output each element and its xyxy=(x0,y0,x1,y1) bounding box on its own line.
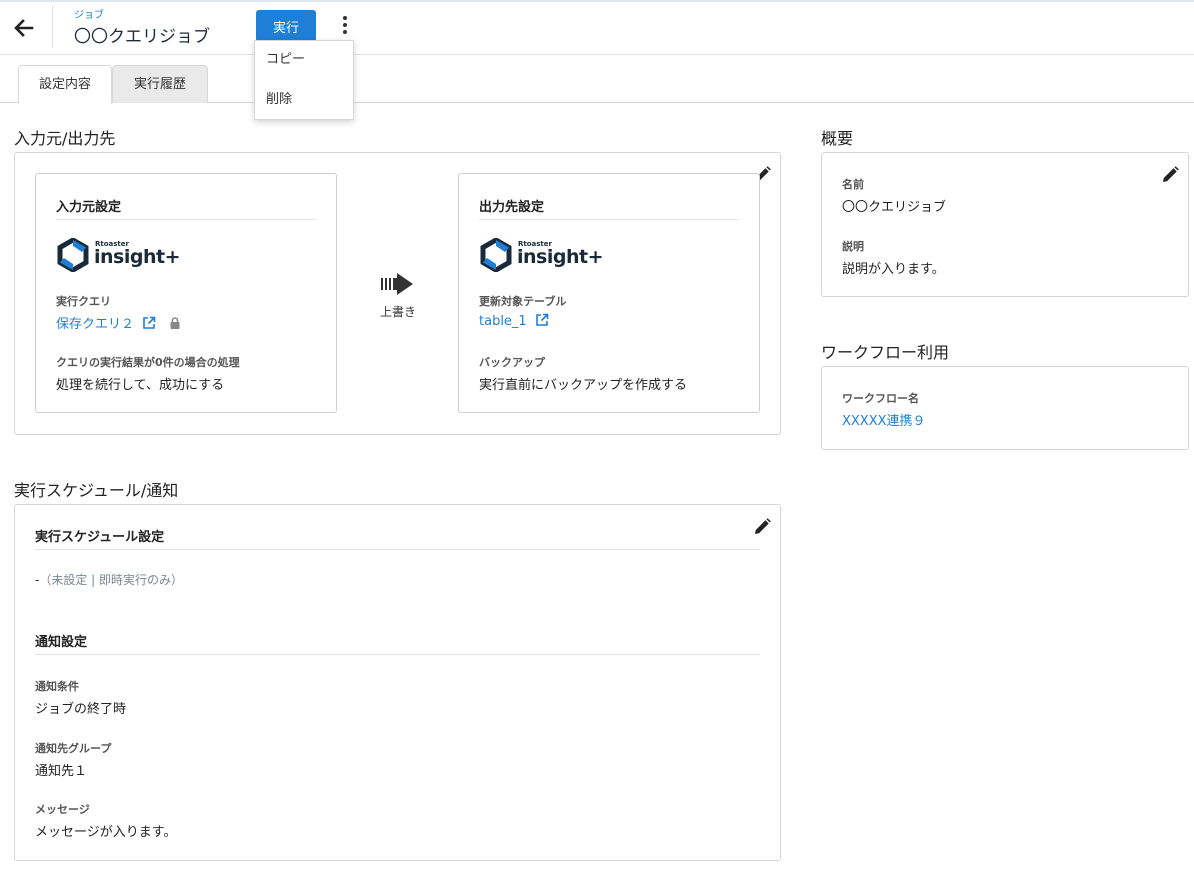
query-link[interactable]: 保存クエリ２ xyxy=(56,313,182,332)
zero-result-label: クエリの実行結果が0件の場合の処理 xyxy=(56,356,240,369)
name-label: 名前 xyxy=(842,178,864,191)
workflow-name-label: ワークフロー名 xyxy=(842,392,919,405)
lock-icon xyxy=(170,317,180,329)
tab-settings[interactable]: 設定内容 xyxy=(18,65,112,104)
notify-group-label: 通知先グループ xyxy=(35,742,112,755)
workflow-link[interactable]: XXXXX連携９ xyxy=(842,410,926,429)
pencil-icon[interactable] xyxy=(1160,165,1180,185)
page-title: 〇〇クエリジョブ xyxy=(74,27,210,47)
arrow-right-icon xyxy=(365,269,429,303)
notify-condition-value: ジョブの終了時 xyxy=(35,702,127,717)
source-card: 入力元設定 Rtoaster insight+ 実行クエリ 保存クエリ２ クエリ… xyxy=(35,173,337,413)
logo-text: insight+ xyxy=(517,246,604,268)
overview-panel: 名前 〇〇クエリジョブ 説明 説明が入ります。 xyxy=(821,152,1189,297)
message-value: メッセージが入ります。 xyxy=(35,825,177,840)
header-divider xyxy=(52,6,53,48)
backup-value: 実行直前にバックアップを作成する xyxy=(479,378,688,393)
schedule-section-title: 実行スケジュール/通知 xyxy=(14,481,179,500)
external-link-icon xyxy=(536,313,549,326)
external-link-icon xyxy=(143,316,156,329)
schedule-value: -（未設定 | 即時実行のみ） xyxy=(35,571,183,588)
more-menu: コピー 削除 xyxy=(254,40,354,120)
job-breadcrumb[interactable]: ジョブ xyxy=(74,6,104,21)
divider xyxy=(35,654,760,655)
kebab-menu-icon[interactable] xyxy=(336,16,354,40)
divider xyxy=(35,549,760,550)
notify-group-value: 通知先１ xyxy=(35,764,88,779)
insight-logo: Rtoaster insight+ xyxy=(56,238,181,272)
name-value: 〇〇クエリジョブ xyxy=(842,200,947,215)
insight-logo-icon xyxy=(57,238,89,272)
insight-logo-icon xyxy=(480,238,512,272)
destination-card: 出力先設定 Rtoaster insight+ 更新対象テーブル table_1… xyxy=(458,173,760,413)
description-label: 説明 xyxy=(842,240,864,253)
zero-result-value: 処理を続行して、成功にする xyxy=(56,378,225,393)
table-link-text: table_1 xyxy=(479,314,527,329)
notify-condition-label: 通知条件 xyxy=(35,680,79,693)
divider xyxy=(479,219,739,220)
pencil-icon[interactable] xyxy=(752,517,772,537)
mode-label: 上書き xyxy=(380,305,417,319)
run-button[interactable]: 実行 xyxy=(256,10,316,42)
table-label: 更新対象テーブル xyxy=(479,295,567,308)
workflow-section-title: ワークフロー利用 xyxy=(821,343,950,362)
query-label: 実行クエリ xyxy=(56,295,111,308)
source-card-title: 入力元設定 xyxy=(56,200,122,215)
workflow-panel: ワークフロー名 XXXXX連携９ xyxy=(821,366,1189,450)
message-label: メッセージ xyxy=(35,803,90,816)
page-header: ジョブ 〇〇クエリジョブ 実行 xyxy=(0,0,1194,55)
io-panel: 入力元設定 Rtoaster insight+ 実行クエリ 保存クエリ２ クエリ… xyxy=(14,152,781,435)
insight-logo: Rtoaster insight+ xyxy=(479,238,604,272)
menu-item-delete[interactable]: 削除 xyxy=(255,81,353,121)
tab-bar: 設定内容 実行履歴 xyxy=(0,55,1194,104)
query-link-text: 保存クエリ２ xyxy=(56,317,135,332)
description-value: 説明が入ります。 xyxy=(842,262,945,277)
io-section-title: 入力元/出力先 xyxy=(14,129,116,148)
backup-label: バックアップ xyxy=(479,356,545,369)
schedule-status: （未設定 | 即時実行のみ） xyxy=(39,573,184,587)
destination-card-title: 出力先設定 xyxy=(479,200,545,215)
table-link[interactable]: table_1 xyxy=(479,313,549,329)
divider xyxy=(56,219,316,220)
tab-history[interactable]: 実行履歴 xyxy=(112,65,208,103)
back-arrow-icon[interactable] xyxy=(10,14,38,42)
schedule-title: 実行スケジュール設定 xyxy=(35,530,165,545)
notify-title: 通知設定 xyxy=(35,635,88,650)
menu-item-copy[interactable]: コピー xyxy=(255,41,353,81)
overview-section-title: 概要 xyxy=(821,129,854,148)
logo-text: insight+ xyxy=(94,246,181,268)
schedule-panel: 実行スケジュール設定 -（未設定 | 即時実行のみ） 通知設定 通知条件 ジョブ… xyxy=(14,504,781,861)
